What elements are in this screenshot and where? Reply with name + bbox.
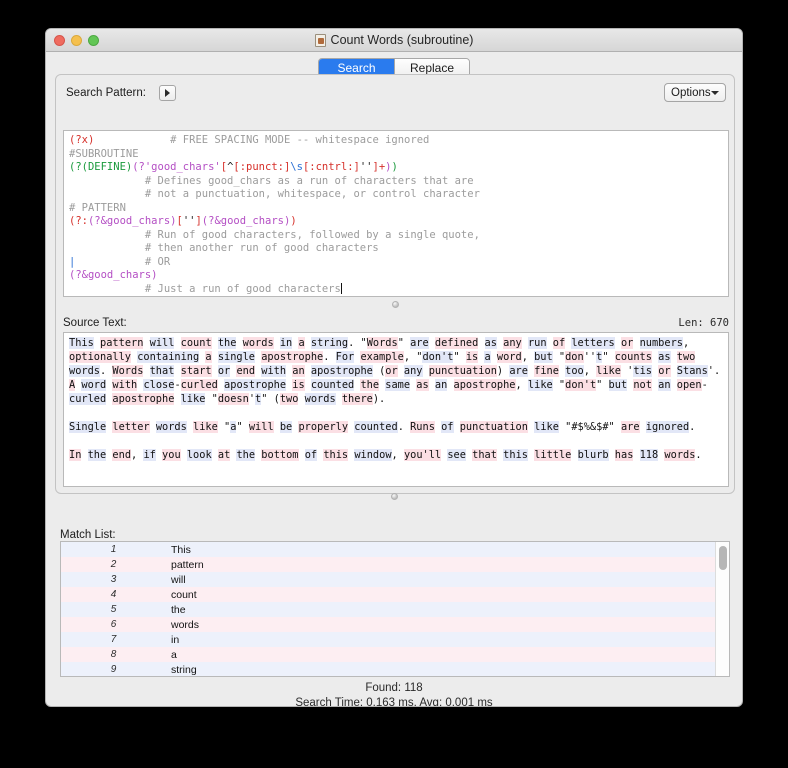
status-bar: Found: 118 Search Time: 0.163 ms, Avg: 0…	[46, 681, 742, 707]
match-index: 2	[110, 559, 117, 570]
pattern-editor[interactable]: (?x) # FREE SPACING MODE -- whitespace i…	[63, 130, 729, 297]
match-value: the	[171, 603, 186, 616]
table-row[interactable]: 2 pattern	[61, 557, 729, 572]
match-value: count	[171, 588, 197, 601]
title-bar: Count Words (subroutine)	[46, 29, 742, 52]
minimize-button[interactable]	[71, 35, 82, 46]
source-paragraph: Single letter words like "a" will be pro…	[69, 421, 696, 433]
match-index: 5	[110, 604, 117, 615]
match-index: 1	[110, 544, 117, 555]
match-index: 3	[110, 574, 117, 585]
window-controls	[54, 35, 99, 46]
table-row[interactable]: 6 words	[61, 617, 729, 632]
table-row[interactable]: 7 in	[61, 632, 729, 647]
chevron-down-icon	[711, 90, 719, 95]
options-button[interactable]: Options	[664, 83, 726, 102]
close-button[interactable]	[54, 35, 65, 46]
table-row[interactable]: 8 a	[61, 647, 729, 662]
search-panel: Search Pattern: Options (?x) # FREE SPAC…	[55, 74, 735, 494]
source-text-header: Source Text: Len: 670	[63, 315, 729, 330]
match-value: pattern	[171, 558, 204, 571]
options-label: Options	[671, 86, 711, 99]
match-value: will	[171, 573, 186, 586]
scrollbar-thumb[interactable]	[719, 546, 727, 570]
found-count: Found: 118	[365, 682, 423, 694]
match-index: 8	[110, 649, 117, 660]
triangle-right-icon[interactable]	[158, 85, 176, 101]
document-icon	[314, 33, 326, 47]
splitter-handle-icon	[391, 301, 399, 308]
match-index: 7	[110, 634, 117, 645]
panel-matchlist-splitter[interactable]	[46, 492, 742, 501]
match-list-label: Match List:	[60, 529, 116, 541]
match-value: This	[171, 543, 191, 556]
table-row[interactable]: 1 This	[61, 542, 729, 557]
search-timing: Search Time: 0.163 ms, Avg: 0.001 ms	[295, 697, 493, 707]
match-value: words	[171, 618, 200, 631]
table-row[interactable]: 5 the	[61, 602, 729, 617]
match-value: in	[171, 633, 180, 646]
match-value: a	[171, 648, 177, 661]
source-text-area[interactable]: This pattern will count the words in a s…	[63, 332, 729, 487]
app-window: Count Words (subroutine) Search Replace …	[45, 28, 743, 707]
window-title: Count Words (subroutine)	[46, 33, 742, 47]
table-row[interactable]: 4 count	[61, 587, 729, 602]
pattern-source-splitter[interactable]	[56, 300, 734, 309]
match-list-scrollbar[interactable]	[715, 542, 729, 676]
match-index: 6	[110, 619, 117, 630]
source-length-label: Len: 670	[678, 316, 729, 329]
splitter-handle-icon	[390, 493, 398, 500]
match-list-table[interactable]: 1 This 2 pattern 3 will 4 count 5 the 6 …	[60, 541, 730, 677]
pattern-toolbar: Search Pattern: Options	[66, 83, 726, 103]
table-row[interactable]: 3 will	[61, 572, 729, 587]
match-index: 9	[110, 664, 117, 675]
match-value: string	[171, 663, 197, 676]
source-text-label: Source Text:	[63, 316, 127, 329]
table-row[interactable]: 9 string	[61, 662, 729, 676]
zoom-button[interactable]	[88, 35, 99, 46]
window-title-text: Count Words (subroutine)	[330, 33, 474, 47]
search-pattern-label: Search Pattern:	[66, 87, 146, 99]
source-paragraph: This pattern will count the words in a s…	[69, 337, 721, 405]
source-paragraph: In the end, if you look at the bottom of…	[69, 449, 702, 461]
match-index: 4	[110, 589, 117, 600]
